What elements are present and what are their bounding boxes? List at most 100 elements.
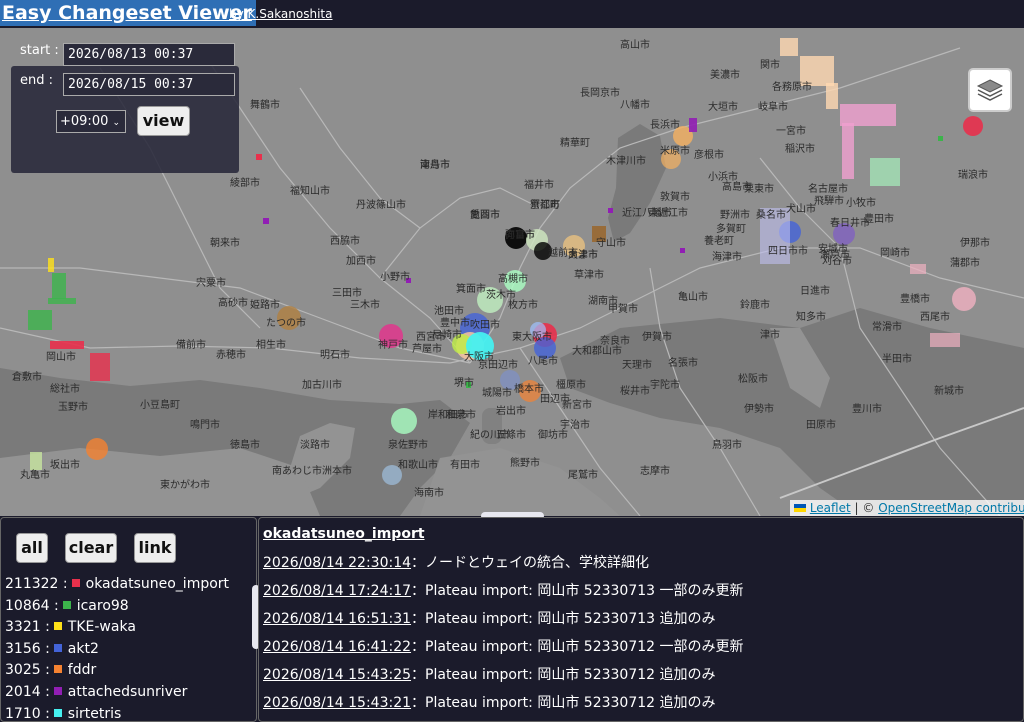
changeset-time-link[interactable]: 2026/08/14 17:24:17 [263, 583, 411, 599]
city-label: 明石市 [320, 350, 350, 361]
city-label: 瑞浪市 [958, 170, 988, 181]
changeset-comment: ：ノードとウェイの統合、学校詳細化 [411, 555, 650, 571]
city-label: 一宮市 [776, 126, 806, 137]
user-list-panel: all clear link 211322 : okadatsuneo_impor… [0, 517, 257, 722]
user-list-item[interactable]: 3321 : TKE-waka [5, 617, 245, 639]
city-label: 枚方市 [508, 300, 538, 311]
city-label: 淡路市 [300, 440, 330, 451]
city-label: 弥富市 [505, 230, 535, 241]
city-label: 蟹江町 [530, 200, 560, 211]
changeset-row: 2026/08/14 22:30:14：ノードとウェイの統合、学校詳細化 [263, 553, 744, 581]
changeset-comment: ：Plateau import: 岡山市 52330712 一部のみ更新 [411, 639, 744, 655]
app-title-link[interactable]: Easy Changeset Viewer [0, 0, 256, 26]
all-button[interactable]: all [16, 533, 48, 563]
city-label: 日進市 [800, 286, 830, 297]
changeset-row: 2026/08/14 16:41:22：Plateau import: 岡山市 … [263, 637, 744, 665]
user-color-swatch [53, 708, 62, 717]
changeset-time-link[interactable]: 2026/08/14 15:43:25 [263, 667, 411, 683]
city-label: 京田辺市 [478, 360, 518, 371]
changeset-comment: ：Plateau import: 岡山市 52330713 追加のみ [411, 611, 716, 627]
city-label: 四日市市 [768, 246, 808, 257]
user-color-swatch [53, 643, 62, 652]
user-edit-count: 3025 : [5, 662, 50, 679]
city-label: 和歌山市 [398, 460, 438, 471]
lake-biwa [608, 124, 666, 242]
user-list-item[interactable]: 10864 : icaro98 [5, 596, 245, 618]
city-label: 備前市 [176, 340, 206, 351]
start-label: start : [20, 43, 59, 58]
city-label: 小豆島町 [140, 400, 180, 411]
city-label: 西脇市 [330, 236, 360, 247]
changeset-comment: ：Plateau import: 岡山市 52330712 追加のみ [411, 667, 716, 683]
city-label: 桜井市 [620, 386, 650, 397]
leaflet-link[interactable]: Leaflet [810, 501, 851, 515]
city-label: 御坊市 [538, 430, 568, 441]
user-name: fddr [67, 662, 97, 679]
city-label: 尾鷲市 [568, 470, 598, 481]
changeset-time-link[interactable]: 2026/08/14 22:30:14 [263, 555, 411, 571]
city-label: 敦賀市 [660, 192, 690, 203]
changeset-time-link[interactable]: 2026/08/14 16:41:22 [263, 639, 411, 655]
city-label: 海津市 [712, 252, 742, 263]
city-label: 泉佐野市 [388, 440, 428, 451]
user-edit-count: 1710 : [5, 705, 50, 722]
city-label: 栗東市 [744, 184, 774, 195]
user-list-item[interactable]: 2014 : attachedsunriver [5, 682, 245, 704]
city-label: 海南市 [414, 488, 444, 499]
city-label: 瀬戸市 [820, 250, 850, 261]
city-label: 和泉市 [446, 410, 476, 421]
city-label: 岐阜市 [758, 102, 788, 113]
user-list-item[interactable]: 3156 : akt2 [5, 639, 245, 661]
city-label: 八尾市 [528, 356, 558, 367]
changeset-time-link[interactable]: 2026/08/14 15:43:21 [263, 695, 411, 711]
city-label: あま市 [568, 250, 598, 261]
layers-control-button[interactable] [968, 68, 1012, 112]
city-label: 東大阪市 [512, 332, 552, 343]
city-label: 丸亀市 [20, 470, 50, 481]
city-label: 岩出市 [496, 406, 526, 417]
city-label: 長浜市 [650, 120, 680, 131]
city-label: 西宮市 [416, 332, 446, 343]
user-list-item[interactable]: 3025 : fddr [5, 660, 245, 682]
user-edit-count: 2014 : [5, 683, 50, 700]
map-attribution: Leaflet | © OpenStreetMap contributors [790, 500, 1024, 516]
attribution-separator: | © [850, 501, 879, 515]
city-label: 岡山市 [46, 352, 76, 363]
header-bar: Easy Changeset Viewer by K.Sakanoshita [0, 0, 1024, 28]
view-button[interactable]: view [137, 106, 190, 136]
city-label: 豊川市 [852, 404, 882, 415]
changeset-panel: okadatsuneo_import 2026/08/14 22:30:14：ノ… [258, 517, 1024, 722]
city-label: 東かがわ市 [160, 480, 210, 491]
city-label: 津島市 [420, 160, 450, 171]
author-link[interactable]: by K.Sakanoshita [229, 7, 332, 21]
city-label: 西尾市 [920, 312, 950, 323]
user-name: icaro98 [76, 597, 129, 614]
selected-user-link[interactable]: okadatsuneo_import [263, 526, 425, 542]
changeset-row: 2026/08/14 15:43:21：Plateau import: 岡山市 … [263, 693, 744, 721]
city-label: 宇陀市 [650, 380, 680, 391]
user-list-item[interactable]: 211322 : okadatsuneo_import [5, 574, 245, 596]
map-view[interactable]: 亀岡市 南丹市 向日市 京都市 大津市 草津市 守山市 近江八幡市 東近江市 甲賀市 湖南市 長浜市米… [0, 28, 1024, 516]
city-label: 有田市 [450, 460, 480, 471]
osm-link[interactable]: OpenStreetMap contributors [878, 501, 1024, 515]
city-label: 神戸市 [378, 340, 408, 351]
timezone-select[interactable]: +09:00 ⌄ [56, 110, 126, 133]
city-label: 飛騨市 [814, 196, 844, 207]
city-label: 加古川市 [302, 380, 342, 391]
changeset-row: 2026/08/14 17:24:17：Plateau import: 岡山市 … [263, 581, 744, 609]
city-label: 三木市 [350, 300, 380, 311]
city-label: 名張市 [668, 358, 698, 369]
timezone-value: +09:00 [60, 114, 109, 129]
city-label: 犬山市 [786, 204, 816, 215]
start-datetime-input[interactable] [63, 43, 235, 66]
city-label: 東近江市 [648, 208, 688, 219]
city-label: 大垣市 [708, 102, 738, 113]
city-label: 各務原市 [772, 82, 812, 93]
user-list-item[interactable]: 1710 : sirtetris [5, 704, 245, 722]
clear-button[interactable]: clear [65, 533, 117, 563]
link-button[interactable]: link [134, 533, 176, 563]
city-label: 大和郡山市 [572, 346, 622, 357]
city-label: 三田市 [332, 288, 362, 299]
changeset-time-link[interactable]: 2026/08/14 16:51:31 [263, 611, 411, 627]
end-datetime-input[interactable] [63, 73, 235, 96]
